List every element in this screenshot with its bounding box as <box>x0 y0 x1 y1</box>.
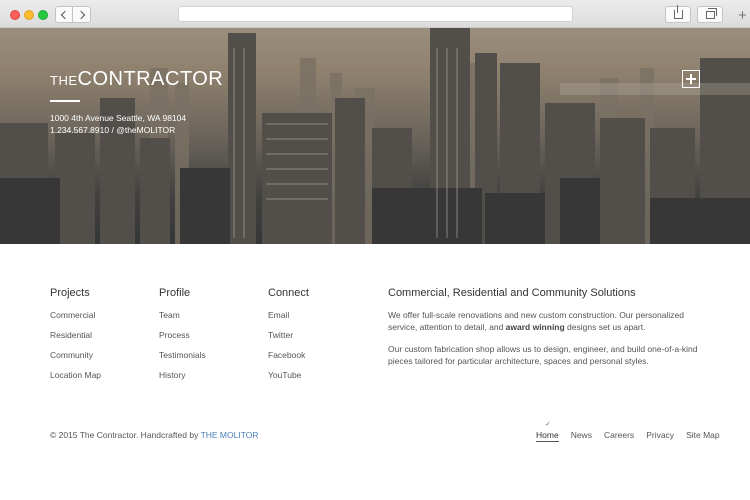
share-icon <box>673 5 683 19</box>
chevron-right-icon <box>76 10 85 19</box>
connect-link-facebook[interactable]: Facebook <box>268 349 309 369</box>
about-emphasis: award winning <box>505 322 565 332</box>
projects-link-location-map[interactable]: Location Map <box>50 369 101 389</box>
connect-link-youtube[interactable]: YouTube <box>268 369 309 389</box>
contact-separator: / <box>111 125 114 135</box>
footer-nav-news[interactable]: News <box>571 430 592 442</box>
forward-button[interactable] <box>73 6 91 23</box>
footer-nav-home[interactable]: Home <box>536 430 559 442</box>
contact-line: 1.234.567.8910 / @theMOLITOR <box>50 124 186 136</box>
hero-banner: THECONTRACTOR 1000 4th Avenue Seattle, W… <box>0 28 750 244</box>
active-page-indicator: ✓ <box>545 421 551 428</box>
share-button[interactable] <box>665 5 691 23</box>
connect-heading: Connect <box>268 287 309 299</box>
plus-icon <box>686 74 696 84</box>
logo-name: CONTRACTOR <box>77 68 224 90</box>
logo-divider <box>50 100 80 102</box>
projects-link-community[interactable]: Community <box>50 349 101 369</box>
tabs-icon <box>705 7 717 19</box>
logo-prefix: THE <box>50 73 78 88</box>
profile-heading: Profile <box>159 287 191 299</box>
menu-toggle-button[interactable] <box>682 70 700 88</box>
footer-nav-careers[interactable]: Careers <box>604 430 634 442</box>
browser-toolbar: + <box>0 0 750 28</box>
connect-column: Connect Email Twitter Facebook YouTube <box>268 287 309 389</box>
back-button[interactable] <box>55 6 73 23</box>
about-heading: Commercial, Residential and Community So… <box>388 287 636 299</box>
contact-info: 1000 4th Avenue Seattle, WA 98104 1.234.… <box>50 112 186 136</box>
about-paragraph-1: We offer full-scale renovations and new … <box>388 310 684 332</box>
connect-link-twitter[interactable]: Twitter <box>268 329 309 349</box>
site-logo[interactable]: THECONTRACTOR <box>50 68 223 91</box>
projects-column: Projects Commercial Residential Communit… <box>50 287 101 389</box>
profile-link-history[interactable]: History <box>159 369 206 389</box>
close-window-button[interactable] <box>10 10 20 20</box>
address-line: 1000 4th Avenue Seattle, WA 98104 <box>50 113 187 123</box>
profile-link-process[interactable]: Process <box>159 329 206 349</box>
profile-link-testimonials[interactable]: Testimonials <box>159 349 206 369</box>
minimize-window-button[interactable] <box>24 10 34 20</box>
brand-link[interactable]: THE MOLITOR <box>201 430 259 440</box>
profile-link-team[interactable]: Team <box>159 309 206 329</box>
connect-link-email[interactable]: Email <box>268 309 309 329</box>
footer-nav-site-map[interactable]: Site Map <box>686 430 720 442</box>
phone-number[interactable]: 1.234.567.8910 <box>50 125 109 135</box>
projects-link-residential[interactable]: Residential <box>50 329 101 349</box>
chevron-left-icon <box>60 10 70 19</box>
projects-link-commercial[interactable]: Commercial <box>50 309 101 329</box>
profile-column: Profile Team Process Testimonials Histor… <box>159 287 206 389</box>
tabs-overview-button[interactable] <box>697 6 723 23</box>
about-section: Commercial, Residential and Community So… <box>388 287 700 377</box>
social-handle[interactable]: @theMOLITOR <box>116 125 175 135</box>
zoom-window-button[interactable] <box>38 10 48 20</box>
copyright-text: © 2015 The Contractor. Handcrafted by TH… <box>50 430 259 440</box>
footer-nav: Home News Careers Privacy Site Map <box>536 430 720 442</box>
address-bar[interactable] <box>178 6 573 22</box>
new-tab-button[interactable]: + <box>735 8 750 23</box>
about-paragraph-2: Our custom fabrication shop allows us to… <box>388 344 698 366</box>
projects-heading: Projects <box>50 287 90 299</box>
footer-nav-privacy[interactable]: Privacy <box>646 430 674 442</box>
